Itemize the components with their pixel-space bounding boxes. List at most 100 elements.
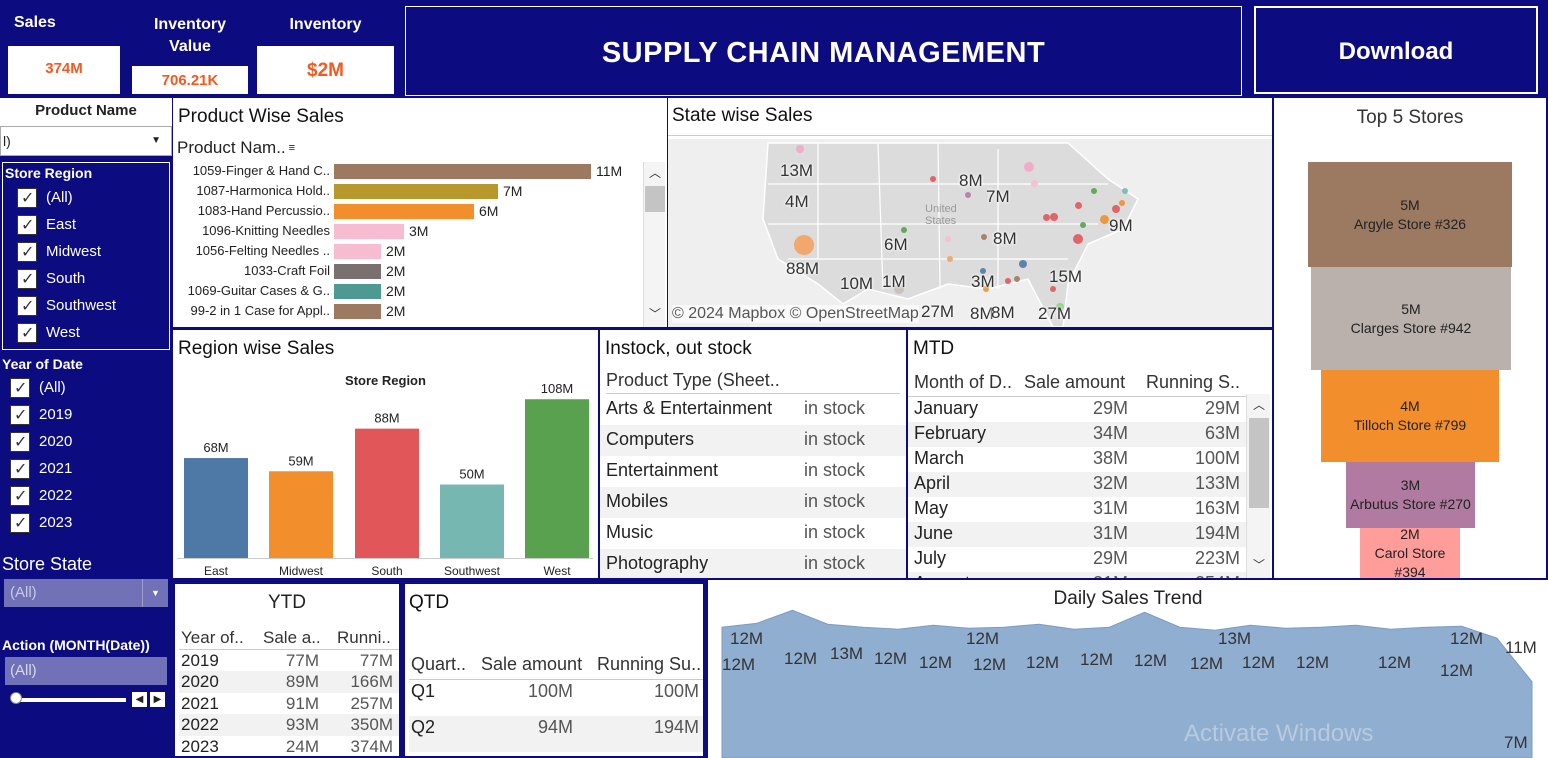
ytd-row[interactable]: 2021 91M 257M: [179, 692, 399, 715]
product-bar[interactable]: [334, 284, 381, 299]
mtd-scrollbar[interactable]: ︿ ﹀: [1246, 394, 1270, 578]
scroll-up-icon[interactable]: ︿: [649, 164, 661, 181]
map-marker[interactable]: [796, 145, 804, 153]
prev-arrow-icon[interactable]: ◀: [132, 692, 147, 707]
store-region-option[interactable]: West: [3, 319, 169, 346]
ytd-column-header[interactable]: Sale a..: [263, 628, 321, 648]
map-marker[interactable]: [901, 227, 907, 233]
product-row[interactable]: 1087-Harmonica Hold.. 7M: [173, 182, 639, 202]
mtd-row[interactable]: March 38M 100M: [908, 447, 1248, 472]
mtd-row[interactable]: July 29M 223M: [908, 547, 1248, 572]
action-month-input[interactable]: (All): [5, 657, 167, 685]
product-bar[interactable]: [334, 164, 591, 179]
region-bar[interactable]: [184, 458, 248, 558]
mtd-row[interactable]: August 31M 254M: [908, 572, 1248, 578]
map-marker[interactable]: [965, 192, 971, 198]
map-marker[interactable]: [1042, 213, 1050, 221]
stock-row[interactable]: Photography in stock: [600, 549, 906, 578]
store-funnel-segment[interactable]: 5M Clarges Store #942: [1311, 267, 1511, 370]
product-bar[interactable]: [334, 224, 404, 239]
region-bar[interactable]: [525, 399, 589, 558]
us-map[interactable]: United States 13M 4M 88M 10M 1M 6M 8M 7M 8M 3M 8M 1…: [668, 139, 1272, 327]
checkbox-checked-icon[interactable]: [17, 268, 37, 289]
checkbox-checked-icon[interactable]: [10, 458, 30, 479]
store-state-dropdown[interactable]: (All) ▼: [4, 579, 168, 607]
mtd-row[interactable]: February 34M 63M: [908, 422, 1248, 447]
year-option[interactable]: 2023: [0, 509, 172, 536]
checkbox-checked-icon[interactable]: [17, 322, 37, 343]
checkbox-checked-icon[interactable]: [17, 241, 37, 262]
store-region-option[interactable]: East: [3, 211, 169, 238]
scroll-up-icon[interactable]: ︿: [1253, 396, 1265, 413]
map-marker[interactable]: [945, 236, 951, 242]
checkbox-checked-icon[interactable]: [10, 485, 30, 506]
store-funnel-segment[interactable]: 4M Tilloch Store #799: [1321, 370, 1499, 462]
stock-row[interactable]: Arts & Entertainment in stock: [600, 394, 906, 425]
map-marker[interactable]: [1119, 200, 1125, 206]
qtd-row[interactable]: Q2 94M 194M: [409, 716, 703, 752]
region-bar[interactable]: [355, 428, 419, 558]
map-marker[interactable]: [1122, 188, 1128, 194]
store-funnel-segment[interactable]: 3M Arbutus Store #270: [1346, 462, 1475, 528]
store-region-option[interactable]: Southwest: [3, 292, 169, 319]
checkbox-checked-icon[interactable]: [10, 404, 30, 425]
qtd-column-header[interactable]: Sale amount: [481, 654, 582, 675]
product-bar[interactable]: [334, 264, 381, 279]
map-marker[interactable]: [1019, 260, 1027, 268]
stock-row[interactable]: Music in stock: [600, 518, 906, 549]
ytd-row[interactable]: 2020 89M 166M: [179, 671, 399, 693]
scroll-down-icon[interactable]: ﹀: [649, 305, 661, 322]
map-marker[interactable]: [1014, 276, 1020, 282]
year-option[interactable]: 2020: [0, 428, 172, 455]
qtd-column-header[interactable]: Running Su..: [597, 654, 701, 675]
slider-handle[interactable]: [10, 692, 22, 704]
scroll-thumb[interactable]: [1249, 418, 1269, 508]
ytd-row[interactable]: 2023 24M 374M: [179, 735, 399, 756]
product-bar[interactable]: [334, 204, 474, 219]
product-name-dropdown[interactable]: l) ▼: [0, 126, 172, 156]
map-marker[interactable]: [1073, 234, 1083, 244]
checkbox-checked-icon[interactable]: [10, 377, 30, 398]
year-option[interactable]: 2022: [0, 482, 172, 509]
map-marker[interactable]: [1074, 201, 1082, 209]
qtd-row[interactable]: Q3 90M 284M: [409, 752, 703, 756]
product-bar[interactable]: [334, 184, 498, 199]
map-marker[interactable]: [930, 176, 936, 182]
mtd-row[interactable]: June 31M 194M: [908, 522, 1248, 547]
sort-icon[interactable]: ≡: [289, 142, 295, 154]
checkbox-checked-icon[interactable]: [10, 512, 30, 533]
year-option[interactable]: 2019: [0, 401, 172, 428]
year-option[interactable]: 2021: [0, 455, 172, 482]
map-marker[interactable]: [1080, 222, 1086, 228]
store-region-option[interactable]: South: [3, 265, 169, 292]
stock-row[interactable]: Mobiles in stock: [600, 487, 906, 518]
mtd-column-header[interactable]: Sale amount: [1024, 372, 1125, 393]
mtd-column-header[interactable]: Month of D..: [914, 372, 1012, 393]
mtd-row[interactable]: May 31M 163M: [908, 497, 1248, 522]
map-marker[interactable]: [1091, 188, 1097, 194]
store-funnel-segment[interactable]: 5M Argyle Store #326: [1308, 162, 1512, 267]
product-row[interactable]: 1083-Hand Percussio.. 6M: [173, 202, 639, 222]
store-region-option[interactable]: (All): [3, 184, 169, 211]
product-row[interactable]: 1069-Guitar Cases & G.. 2M: [173, 282, 639, 302]
scroll-thumb[interactable]: [645, 186, 665, 212]
map-marker[interactable]: [947, 256, 953, 262]
product-bar[interactable]: [334, 244, 381, 259]
map-marker[interactable]: [981, 234, 987, 240]
product-row[interactable]: 1059-Finger & Hand C.. 11M: [173, 162, 639, 182]
trend-area[interactable]: [721, 609, 1533, 758]
product-row[interactable]: 1056-Felting Needles .. 2M: [173, 242, 639, 262]
map-marker[interactable]: [1024, 162, 1034, 172]
ytd-column-header[interactable]: Year of..: [181, 628, 244, 648]
product-name-header[interactable]: Product Nam.. ≡: [173, 130, 667, 160]
store-region-option[interactable]: Midwest: [3, 238, 169, 265]
map-marker[interactable]: [1030, 179, 1038, 187]
download-button[interactable]: Download: [1254, 6, 1538, 94]
product-row[interactable]: 1096-Knitting Needles 3M: [173, 222, 639, 242]
ytd-row[interactable]: 2022 93M 350M: [179, 714, 399, 736]
region-bar[interactable]: [269, 471, 333, 558]
map-marker[interactable]: [1099, 214, 1109, 224]
ytd-row[interactable]: 2019 77M 77M: [179, 649, 399, 672]
year-option[interactable]: (All): [0, 374, 172, 401]
product-bar[interactable]: [334, 304, 381, 319]
